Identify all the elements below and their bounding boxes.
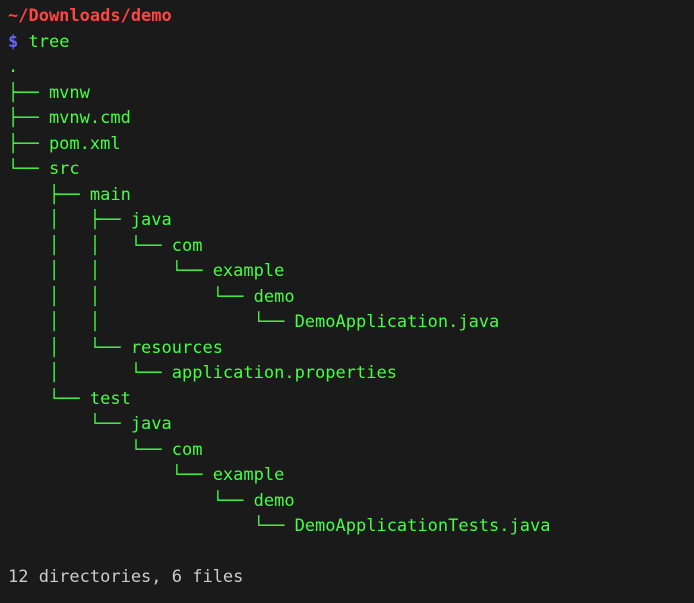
tree-summary: 12 directories, 6 files [8,565,686,591]
cwd-line: ~/Downloads/demo [8,4,686,30]
command-line: $ tree [8,30,686,56]
prompt-symbol: $ [8,32,18,52]
terminal[interactable]: ~/Downloads/demo $ tree . ├── mvnw ├── m… [8,4,686,591]
blank-line [8,540,686,566]
current-directory: ~/Downloads/demo [8,6,172,26]
command-text: tree [29,32,70,52]
tree-output: . ├── mvnw ├── mvnw.cmd ├── pom.xml └── … [8,55,686,540]
